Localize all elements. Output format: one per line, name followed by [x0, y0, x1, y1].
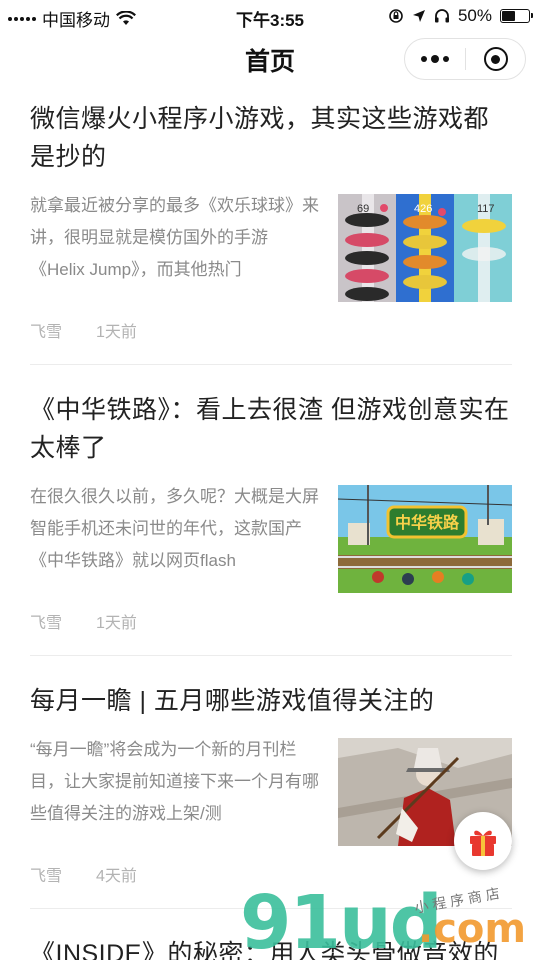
- article-thumbnail[interactable]: 69 426 117: [338, 194, 512, 302]
- railway-logo-text: 中华铁路: [395, 513, 460, 532]
- more-dots-icon: [421, 56, 427, 62]
- article-author: 飞雪: [30, 868, 63, 885]
- gift-icon: [470, 830, 496, 856]
- more-dots-icon-right: [443, 56, 449, 62]
- article-thumbnail[interactable]: 中华铁路: [338, 485, 512, 593]
- article-time: 1天前: [96, 615, 137, 632]
- close-button[interactable]: [466, 39, 525, 79]
- article-summary: 就拿最近被分享的最多《欢乐球球》来讲，很明显就是模仿国外的手游《Helix Ju…: [30, 196, 319, 279]
- article-title[interactable]: 《INSIDE》的秘密：用人类头骨做音效的: [30, 935, 512, 960]
- more-dots-icon-center: [431, 55, 439, 63]
- helix-score-1: 69: [357, 203, 369, 215]
- article-summary: 在很久很久以前，多久呢？大概是大屏智能手机还未问世的年代，这款国产《中华铁路》就…: [30, 487, 319, 570]
- article-item[interactable]: 微信爆火小程序小游戏，其实这些游戏都是抄的 就拿最近被分享的最多《欢乐球球》来讲…: [30, 100, 512, 365]
- location-icon: [412, 10, 425, 22]
- article-meta: 飞雪 1天前: [30, 318, 512, 364]
- helix-game-image: 69 426 117: [338, 194, 512, 302]
- railway-game-image: 中华铁路: [338, 485, 512, 593]
- headphones-icon: [434, 9, 449, 23]
- battery-fill: [502, 11, 515, 21]
- article-body: 就拿最近被分享的最多《欢乐球球》来讲，很明显就是模仿国外的手游《Helix Ju…: [30, 190, 512, 302]
- gift-button[interactable]: [454, 812, 512, 870]
- article-body: “每月一瞻”将会成为一个新的月刊栏目，让大家提前知道接下来一个月有哪些值得关注的…: [30, 734, 512, 846]
- nav-bar: 首页: [0, 32, 540, 86]
- article-meta: 飞雪 4天前: [30, 862, 512, 908]
- article-time: 4天前: [96, 868, 137, 885]
- status-right: 50%: [388, 6, 533, 26]
- article-author: 飞雪: [30, 324, 63, 341]
- article-time: 1天前: [96, 324, 137, 341]
- article-summary: “每月一瞻”将会成为一个新的月刊栏目，让大家提前知道接下来一个月有哪些值得关注的…: [30, 740, 319, 823]
- article-item[interactable]: 每月一瞻 | 五月哪些游戏值得关注的 “每月一瞻”将会成为一个新的月刊栏目，让大…: [30, 682, 512, 909]
- orientation-lock-icon: [389, 9, 403, 23]
- helix-score-2: 426: [414, 203, 432, 215]
- article-item[interactable]: 《中华铁路》：看上去很渣 但游戏创意实在太棒了 在很久很久以前，多久呢？大概是大…: [30, 391, 512, 656]
- article-title[interactable]: 每月一瞻 | 五月哪些游戏值得关注的: [30, 682, 512, 720]
- mini-program-capsule: [404, 38, 526, 80]
- more-button[interactable]: [405, 39, 465, 79]
- article-feed: 微信爆火小程序小游戏，其实这些游戏都是抄的 就拿最近被分享的最多《欢乐球球》来讲…: [30, 100, 512, 960]
- article-title[interactable]: 《中华铁路》：看上去很渣 但游戏创意实在太棒了: [30, 391, 512, 467]
- helix-score-3: 117: [477, 203, 495, 215]
- status-bar: 中国移动 下午3:55 50%: [0, 0, 540, 32]
- target-icon: [483, 47, 508, 71]
- article-title[interactable]: 微信爆火小程序小游戏，其实这些游戏都是抄的: [30, 100, 512, 176]
- article-body: 在很久很久以前，多久呢？大概是大屏智能手机还未问世的年代，这款国产《中华铁路》就…: [30, 481, 512, 593]
- battery-percent: 50%: [457, 6, 492, 25]
- article-meta: 飞雪 1天前: [30, 609, 512, 655]
- article-author: 飞雪: [30, 615, 63, 632]
- battery-icon: [500, 9, 533, 23]
- article-item[interactable]: 《INSIDE》的秘密：用人类头骨做音效的: [30, 935, 512, 960]
